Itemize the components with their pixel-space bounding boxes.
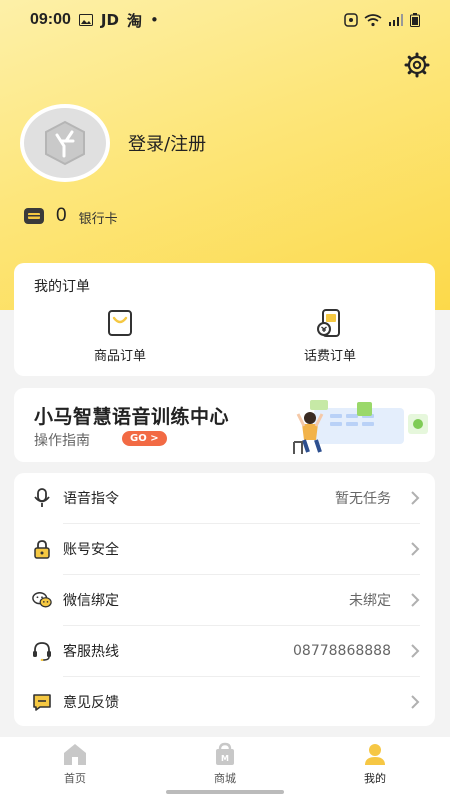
phone-bill-orders-button[interactable]: 话费订单 xyxy=(270,309,390,364)
taobao-notification-icon: 淘 xyxy=(126,11,142,30)
alarm-icon xyxy=(344,13,358,27)
status-bar: 09:00 JD 淘 • xyxy=(0,0,450,40)
menu-item-label: 意见反馈 xyxy=(63,695,119,711)
mall-icon: M xyxy=(216,742,234,765)
svg-text:M: M xyxy=(221,754,229,763)
wifi-icon xyxy=(364,14,382,27)
menu-item-value: 未绑定 xyxy=(349,593,391,609)
menu-item-feedback[interactable]: 意见反馈 xyxy=(14,677,435,727)
tab-profile-label: 我的 xyxy=(364,772,386,785)
voice-training-banner[interactable]: 小马智慧语音训练中心 操作指南 GO > xyxy=(14,388,435,462)
chevron-right-icon xyxy=(411,542,420,556)
login-register-link[interactable]: 登录/注册 xyxy=(128,130,206,156)
menu-item-value: 暂无任务 xyxy=(335,491,391,507)
phone-bill-orders-label: 话费订单 xyxy=(303,349,356,364)
tab-home[interactable]: 首页 xyxy=(35,742,115,786)
settings-menu: 语音指令 暂无任务 账号安全 微信绑定 未绑定 客服热线 08778868888… xyxy=(14,473,435,726)
default-avatar-logo-icon xyxy=(45,120,85,166)
tab-mall[interactable]: M 商城 xyxy=(185,742,265,786)
product-orders-label: 商品订单 xyxy=(93,349,146,364)
gallery-icon xyxy=(78,14,93,26)
my-orders-card: 我的订单 商品订单 话费订单 xyxy=(14,263,435,376)
wechat-icon xyxy=(32,592,52,608)
jd-notification-icon: JD xyxy=(100,11,119,29)
banner-illustration xyxy=(293,400,428,454)
settings-gear-icon[interactable] xyxy=(403,51,431,79)
menu-item-value: 08778868888 xyxy=(293,643,391,659)
bank-card-entry[interactable]: 0 银行卡 xyxy=(24,205,118,227)
menu-item-label: 账号安全 xyxy=(63,542,119,558)
menu-item-service-hotline[interactable]: 客服热线 08778868888 xyxy=(14,626,435,676)
feedback-icon xyxy=(33,694,51,711)
go-button[interactable]: GO > xyxy=(122,431,167,446)
tab-home-label: 首页 xyxy=(64,772,86,785)
bank-card-label: 银行卡 xyxy=(78,212,118,227)
banner-title: 小马智慧语音训练中心 xyxy=(34,406,230,428)
battery-icon xyxy=(410,13,420,27)
chevron-right-icon xyxy=(411,695,420,709)
headset-icon xyxy=(33,642,51,661)
my-orders-title: 我的订单 xyxy=(34,279,90,295)
status-time: 09:00 xyxy=(30,11,71,28)
avatar[interactable] xyxy=(20,104,110,182)
chevron-right-icon xyxy=(411,644,420,658)
more-notifications-dot: • xyxy=(149,11,159,29)
lock-icon xyxy=(34,540,50,559)
menu-item-voice-commands[interactable]: 语音指令 暂无任务 xyxy=(14,473,435,523)
menu-item-label: 语音指令 xyxy=(63,491,119,507)
microphone-icon xyxy=(34,488,50,507)
menu-item-label: 客服热线 xyxy=(63,644,119,660)
tab-profile[interactable]: 我的 xyxy=(335,742,415,786)
product-orders-button[interactable]: 商品订单 xyxy=(60,309,180,364)
banner-subtitle: 操作指南 xyxy=(34,433,90,449)
menu-item-account-security[interactable]: 账号安全 xyxy=(14,524,435,574)
menu-item-wechat-binding[interactable]: 微信绑定 未绑定 xyxy=(14,575,435,625)
home-icon xyxy=(64,744,86,765)
shopping-bag-icon xyxy=(108,310,132,336)
menu-item-label: 微信绑定 xyxy=(63,593,119,609)
home-indicator[interactable] xyxy=(166,790,284,794)
bank-card-count: 0 xyxy=(56,205,67,226)
phone-bill-icon xyxy=(317,309,340,337)
signal-icon xyxy=(389,14,403,26)
profile-icon xyxy=(365,744,385,765)
chevron-right-icon xyxy=(411,491,420,505)
tab-mall-label: 商城 xyxy=(214,772,236,785)
chevron-right-icon xyxy=(411,593,420,607)
bank-card-icon xyxy=(24,208,44,224)
